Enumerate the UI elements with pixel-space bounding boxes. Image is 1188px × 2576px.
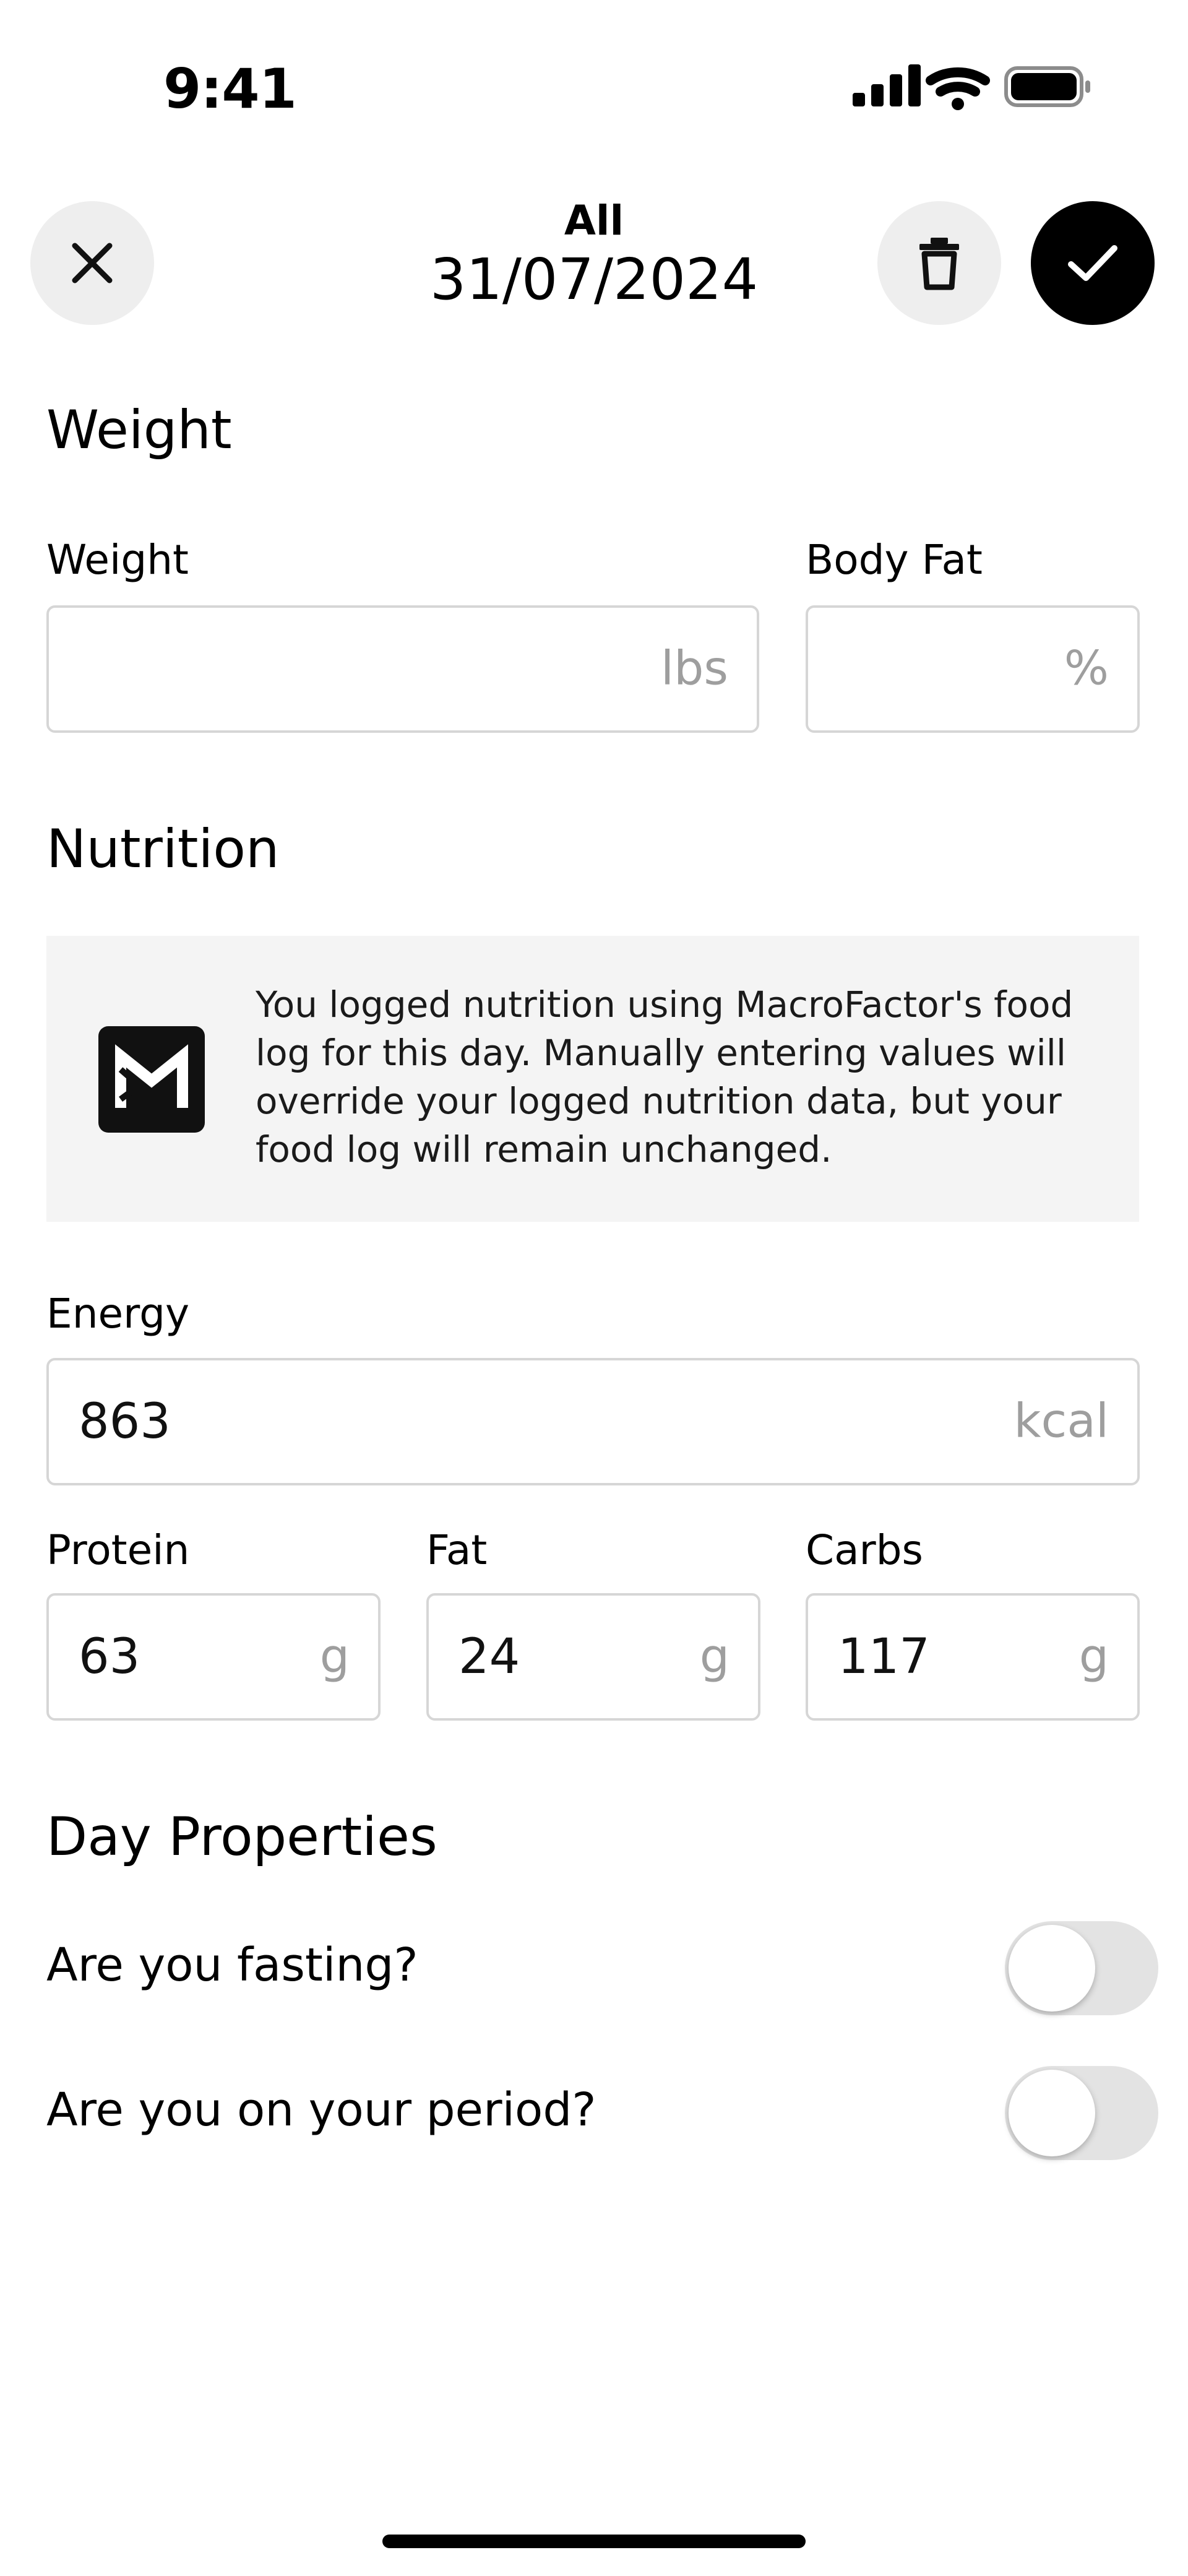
protein-label: Protein [46, 1526, 190, 1574]
confirm-button[interactable] [1031, 201, 1155, 325]
status-icons [853, 64, 1090, 110]
home-indicator[interactable] [382, 2535, 806, 2548]
period-label: Are you on your period? [46, 2083, 596, 2137]
fasting-toggle[interactable] [1005, 1921, 1158, 2015]
body-fat-label: Body Fat [806, 536, 983, 584]
weight-unit: lbs [661, 640, 728, 696]
carbs-label: Carbs [806, 1526, 923, 1574]
wifi-icon [926, 67, 990, 110]
carbs-input[interactable]: 117 g [806, 1593, 1140, 1721]
protein-input[interactable]: 63 g [46, 1593, 381, 1721]
body-fat-input[interactable]: % [806, 605, 1140, 733]
energy-label: Energy [46, 1290, 190, 1338]
delete-button[interactable] [877, 201, 1001, 325]
fat-label: Fat [426, 1526, 488, 1574]
weight-input[interactable]: lbs [46, 605, 759, 733]
energy-unit: kcal [1014, 1393, 1109, 1448]
energy-input[interactable]: 863 kcal [46, 1358, 1140, 1485]
fat-unit: g [699, 1628, 730, 1683]
fat-value: 24 [458, 1629, 520, 1685]
weight-label: Weight [46, 536, 189, 584]
battery-icon [1004, 66, 1090, 107]
food-log-info-box: You logged nutrition using MacroFactor's… [46, 936, 1139, 1222]
nutrition-section-title: Nutrition [46, 818, 280, 880]
carbs-unit: g [1078, 1628, 1109, 1683]
period-toggle-knob [1009, 2070, 1095, 2156]
header-date[interactable]: 31/07/2024 [0, 246, 1188, 313]
body-fat-unit: % [1064, 640, 1109, 696]
fat-input[interactable]: 24 g [426, 1593, 760, 1721]
protein-value: 63 [79, 1629, 140, 1685]
food-log-info-text: You logged nutrition using MacroFactor's… [256, 983, 1074, 1170]
weight-section-title: Weight [46, 399, 232, 461]
trash-icon [919, 238, 959, 290]
protein-unit: g [319, 1628, 350, 1683]
carbs-value: 117 [838, 1629, 930, 1685]
period-toggle[interactable] [1005, 2066, 1158, 2160]
fasting-label: Are you fasting? [46, 1938, 418, 1992]
day-properties-title: Day Properties [46, 1806, 437, 1868]
energy-value: 863 [79, 1394, 171, 1450]
header-subtitle: All [564, 197, 624, 244]
macrofactor-logo-icon [98, 1026, 205, 1133]
checkmark-icon [1068, 245, 1117, 281]
fasting-toggle-knob [1009, 1925, 1095, 2012]
cellular-signal-icon [853, 64, 921, 106]
